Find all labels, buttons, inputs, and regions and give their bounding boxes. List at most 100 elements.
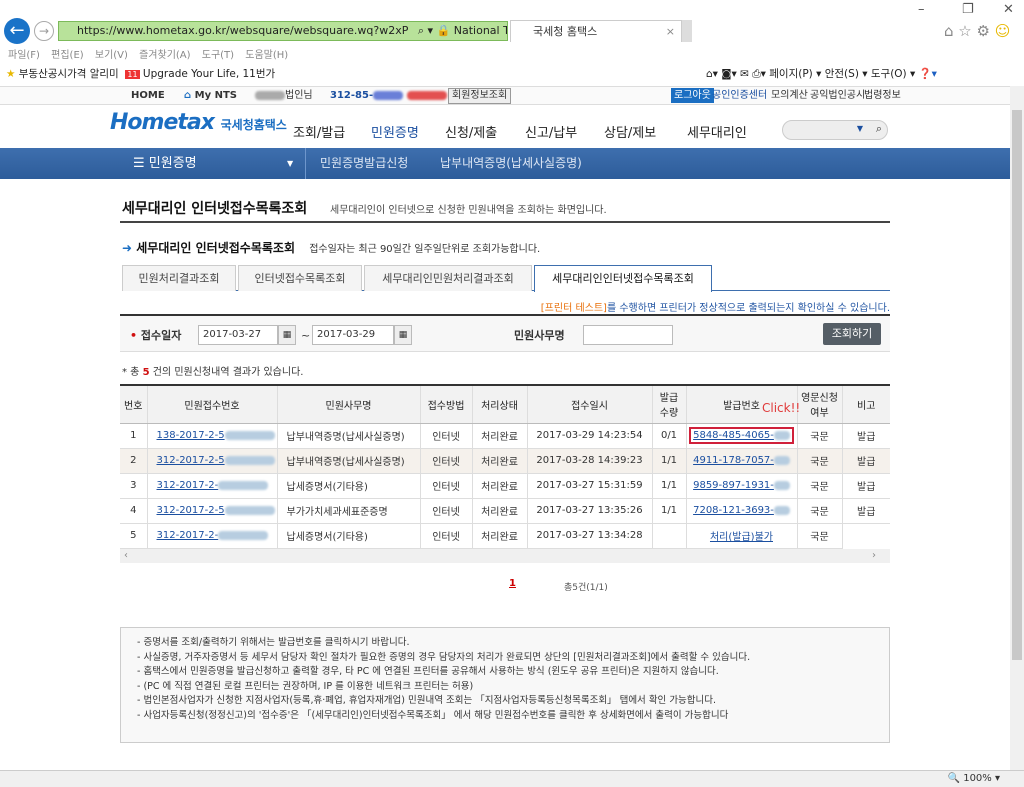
site-search-input[interactable]: ▼ ⌕: [782, 120, 888, 140]
browser-tab[interactable]: 국세청 홈택스 ×: [510, 20, 682, 42]
user-suffix: 법인님: [285, 90, 313, 101]
dropdown-icon[interactable]: ▼: [857, 124, 863, 133]
hometax-logo[interactable]: Hometax 국세청홈택스: [110, 110, 287, 135]
zoom-level[interactable]: 🔍 100% ▾: [948, 771, 1000, 787]
column-header: 번호: [120, 384, 147, 424]
date-to-input[interactable]: 2017-03-29: [312, 325, 394, 345]
help-icon[interactable]: ❓▾: [919, 68, 937, 80]
home-icon[interactable]: ⌂▾: [706, 68, 718, 80]
nav-apply[interactable]: 신청/제출: [445, 122, 497, 141]
close-tab-icon[interactable]: ×: [666, 21, 675, 43]
search-button[interactable]: 조회하기: [823, 323, 881, 345]
receipt-number-link[interactable]: 138-2017-2-5: [157, 430, 225, 441]
address-bar[interactable]: https://www.hometax.go.kr/websquare/webs…: [58, 21, 508, 41]
table-row: 1 138-2017-2-5 납부내역증명(납세사실증명) 인터넷 처리완료 2017-0…: [120, 423, 890, 449]
nav-civil-cert[interactable]: 민원증명: [371, 122, 419, 141]
page-1[interactable]: 1: [509, 578, 516, 589]
tools-menu[interactable]: 도구(O) ▾: [871, 68, 915, 80]
cell: 발급: [841, 498, 890, 524]
breadcrumb-item[interactable]: 납부내역증명(납세사실증명): [440, 148, 582, 179]
cell: [651, 523, 686, 549]
cell: 처리(발급)불가: [685, 523, 797, 549]
cell: 5: [120, 523, 147, 549]
member-info-button[interactable]: 회원정보조회: [448, 88, 512, 104]
receipt-number-link[interactable]: 312-2017-2-5: [157, 505, 225, 516]
nav-consult[interactable]: 상담/제보: [604, 122, 656, 141]
search-icon[interactable]: ⌕: [876, 122, 882, 136]
safety-menu[interactable]: 안전(S) ▾: [825, 68, 868, 80]
menu-edit[interactable]: 편집(E): [51, 50, 84, 61]
nav-report-pay[interactable]: 신고/납부: [525, 122, 577, 141]
tab-agent-result[interactable]: 세무대리인민원처리결과조회: [364, 265, 532, 291]
menu-bar: 파일(F) 편집(E) 보기(V) 즐겨찾기(A) 도구(T) 도움말(H): [8, 46, 288, 61]
printer-test-link[interactable]: [프린터 테스트]: [541, 303, 607, 314]
issue-number-link[interactable]: 7208-121-3693-: [693, 505, 774, 516]
law-info-link[interactable]: 법령정보: [864, 87, 901, 105]
menu-help[interactable]: 도움말(H): [245, 50, 288, 61]
new-tab-button[interactable]: [682, 20, 692, 42]
column-header: 접수방법: [419, 384, 472, 424]
tab-internet-list[interactable]: 인터넷접수목록조회: [238, 265, 362, 291]
menu-dropdown[interactable]: ☰ 민원증명 ▼: [133, 148, 293, 179]
civil-name-label: 민원사무명: [514, 329, 565, 342]
tab-title: 국세청 홈택스: [533, 25, 598, 38]
civil-name-input[interactable]: [583, 325, 673, 345]
receipt-number-link[interactable]: 312-2017-2-: [157, 530, 219, 541]
menu-view[interactable]: 보기(V): [95, 50, 128, 61]
receipt-number-link[interactable]: 312-2017-2-5: [157, 455, 225, 466]
note-line: - 사업자등록신청(정정신고)의 '접수증'은 「(세무대리인)인터넷접수목록조…: [137, 709, 729, 721]
issue-number-link[interactable]: 9859-897-1931-: [693, 480, 774, 491]
nav-tax-agent[interactable]: 세무대리인: [687, 122, 747, 141]
favorite-link[interactable]: 부동산공시가격 알리미: [19, 68, 119, 80]
cell: 3: [120, 473, 147, 499]
public-corp-link[interactable]: 공익법인공시: [810, 87, 865, 105]
receipt-number-link[interactable]: 312-2017-2-: [157, 480, 219, 491]
calendar-icon[interactable]: ▦: [394, 325, 412, 345]
cell: 2017-03-27 15:31:59: [526, 473, 652, 499]
menu-tools[interactable]: 도구(T): [202, 50, 234, 61]
cert-center-link[interactable]: 공인인증센터: [712, 87, 767, 105]
note-line: - (PC 에 직접 연결된 로컬 프린터는 권장하며, IP 를 이용한 네트…: [137, 680, 474, 692]
date-from-input[interactable]: 2017-03-27: [198, 325, 278, 345]
issue-number-link[interactable]: 처리(발급)불가: [710, 532, 773, 543]
horizontal-scrollbar[interactable]: ‹ ›: [120, 549, 890, 563]
logout-button[interactable]: 로그아웃: [671, 88, 714, 103]
section-note: 접수일자는 최근 90일간 일주일단위로 조회가능합니다.: [309, 244, 541, 255]
cell: 인터넷: [419, 423, 472, 449]
note-line: - 사실증명, 거주자증명서 등 세무서 담당자 확인 절차가 필요한 증명의 …: [137, 651, 751, 663]
rss-icon[interactable]: ◙▾: [721, 68, 736, 80]
minimize-button[interactable]: –: [918, 2, 925, 17]
issue-number-link[interactable]: 5848-485-4065-: [693, 430, 774, 441]
cell: 인터넷: [419, 448, 472, 474]
favorite-link[interactable]: Upgrade Your Life, 11번가: [143, 68, 275, 80]
cell: 5848-485-4065-: [685, 423, 797, 449]
site-identity[interactable]: National Tax Service [KR]: [454, 24, 507, 37]
page-menu[interactable]: 페이지(P) ▾: [769, 68, 821, 80]
forward-button[interactable]: →: [34, 21, 54, 41]
masked-value: [773, 480, 790, 490]
tab-civil-result[interactable]: 민원처리결과조회: [122, 265, 236, 291]
mail-icon[interactable]: ✉: [740, 68, 749, 80]
restore-button[interactable]: ❐: [962, 2, 974, 17]
calendar-icon[interactable]: ▦: [278, 325, 296, 345]
cell: 4911-178-7057-: [685, 448, 797, 474]
simulation-link[interactable]: 모의계산: [771, 87, 808, 105]
nav-inquiry[interactable]: 조회/발급: [293, 122, 345, 141]
home-star-gear-icons[interactable]: ⌂ ☆ ⚙ ☺: [944, 22, 1010, 40]
home-link[interactable]: HOME: [131, 87, 165, 105]
back-button[interactable]: ←: [4, 18, 30, 44]
masked-value: [218, 530, 269, 540]
breadcrumb-item[interactable]: 민원증명발급신청: [320, 148, 408, 179]
mynts-link[interactable]: ⌂ My NTS: [184, 87, 237, 105]
tab-agent-internet-list[interactable]: 세무대리인인터넷접수목록조회: [534, 265, 712, 292]
close-window-button[interactable]: ✕: [1003, 2, 1014, 17]
masked-value: [224, 430, 275, 440]
print-icon[interactable]: ⎙▾: [752, 68, 766, 80]
menu-file[interactable]: 파일(F): [8, 50, 40, 61]
search-icon[interactable]: ⌕ ▾: [418, 24, 433, 37]
issue-number-link[interactable]: 4911-178-7057-: [693, 455, 774, 466]
scrollbar-thumb[interactable]: [1012, 110, 1022, 660]
column-header: 접수일시: [526, 384, 652, 424]
cell: 인터넷: [419, 498, 472, 524]
menu-favorites[interactable]: 즐겨찾기(A): [139, 50, 190, 61]
